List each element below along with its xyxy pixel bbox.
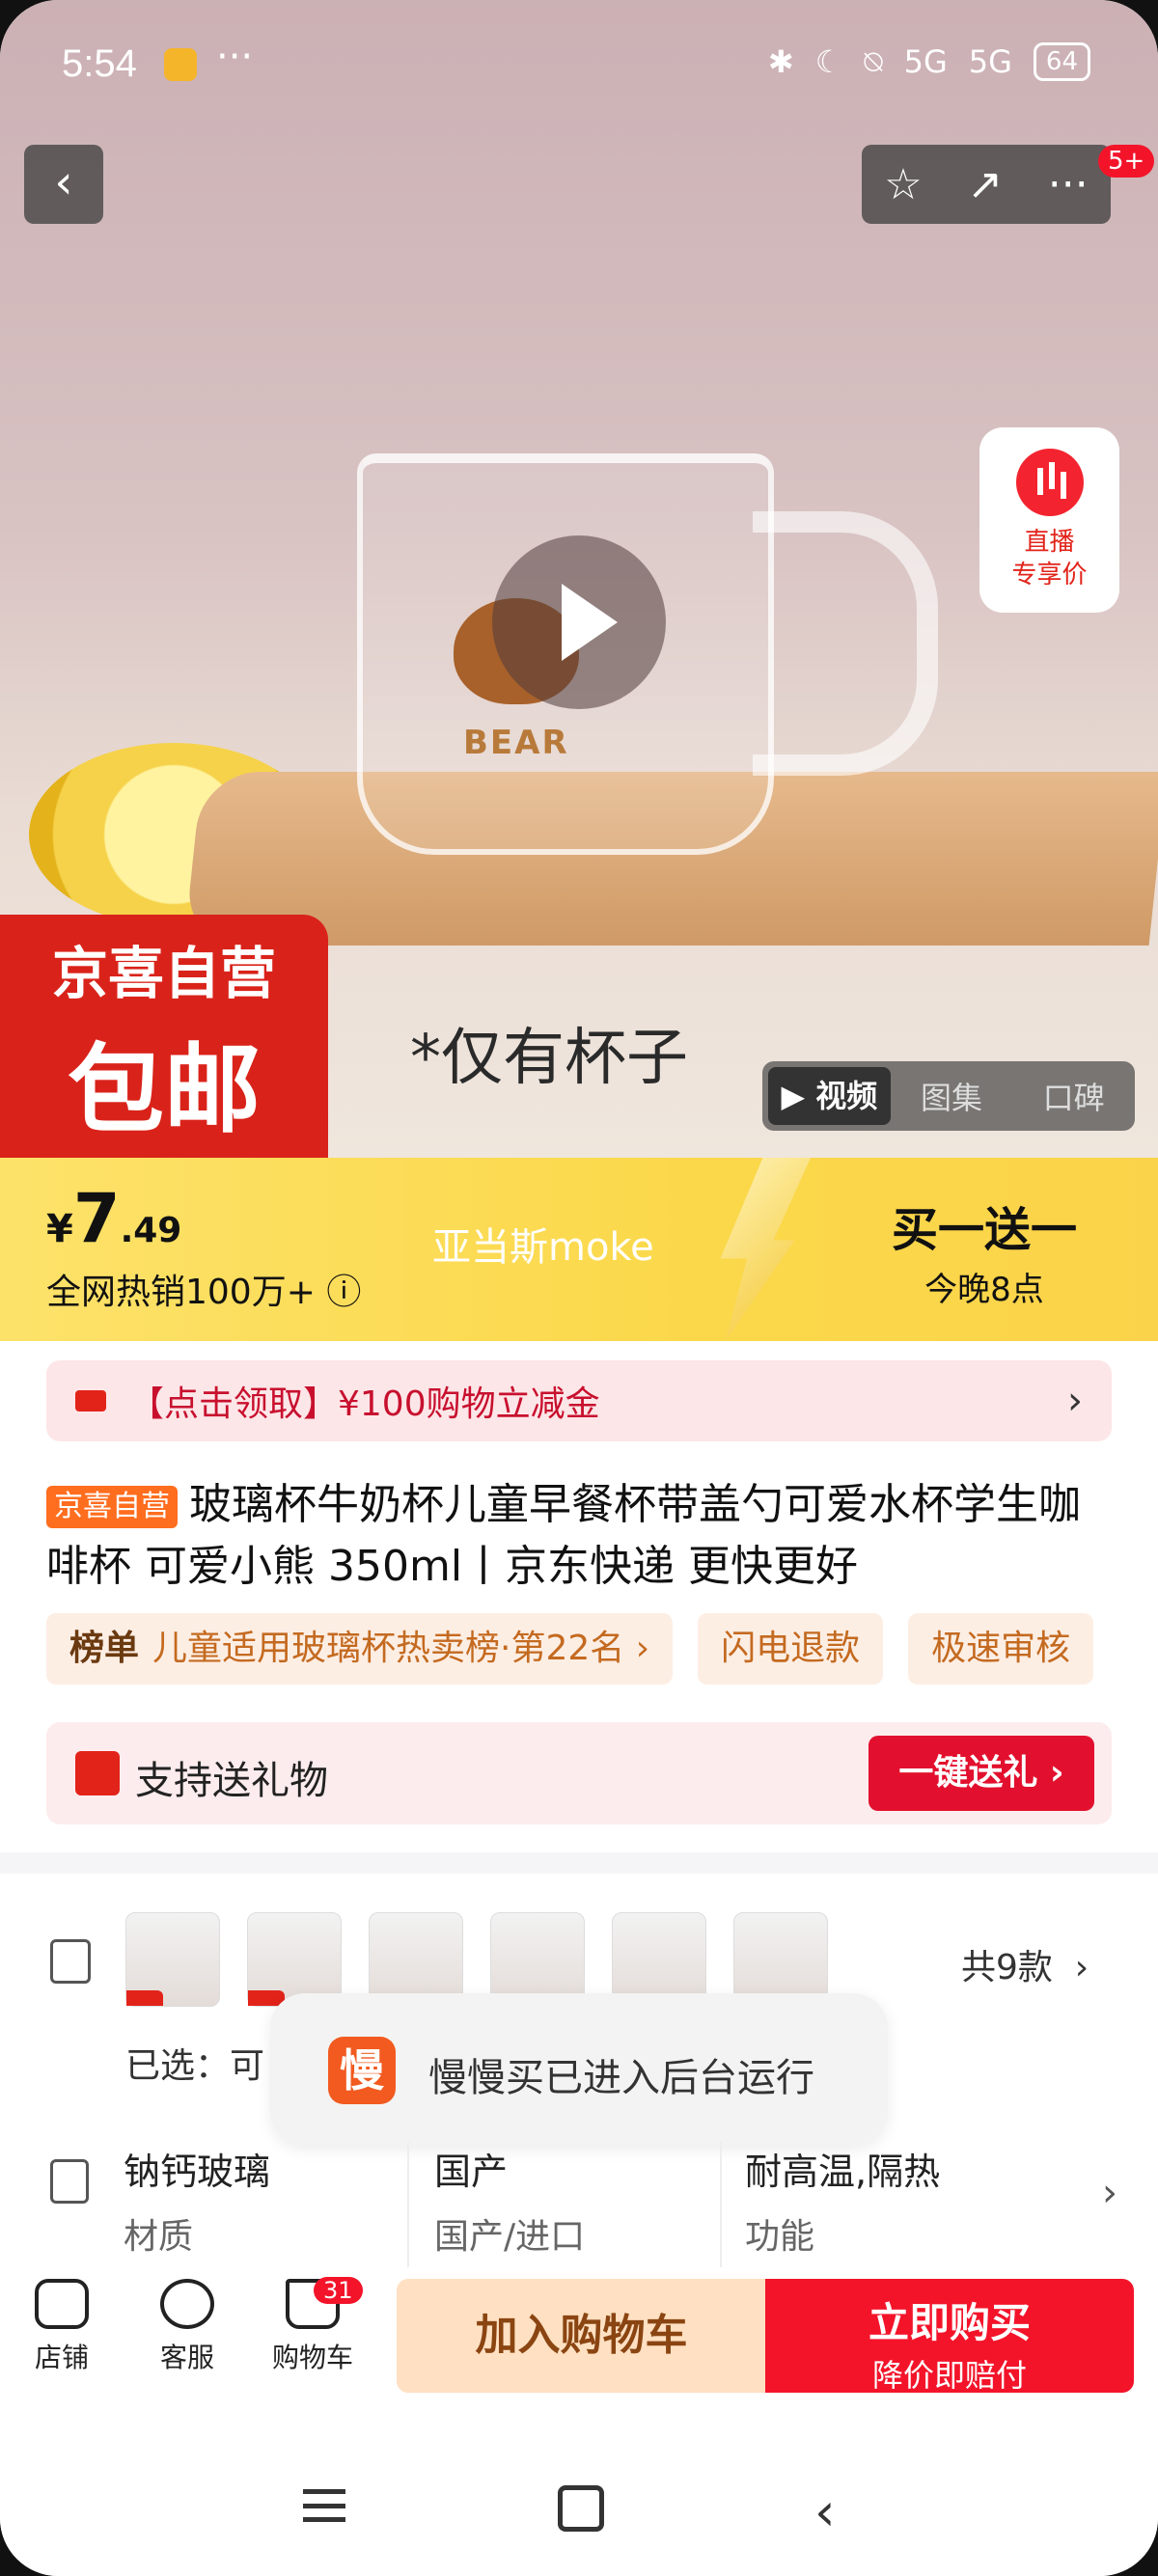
service-label: 客服 [160,2342,215,2373]
ranking-chip[interactable]: 榜单 儿童适用玻璃杯热卖榜·第22名 › [46,1613,674,1685]
section-divider [0,1852,1158,1874]
badge-line-2: 包邮 [68,1033,261,1146]
coupon-banner[interactable]: 【点击领取】¥100购物立减金 › [46,1360,1112,1441]
variant-icon [50,1939,91,1984]
live-label-2: 专享价 [1011,561,1088,589]
buy-now-label: 立即购买 [868,2299,1031,2346]
send-gift-button[interactable]: 一键送礼 › [868,1736,1094,1811]
recent-apps-icon[interactable] [303,2489,345,2522]
attribute-divider [407,2142,409,2267]
service-chips: 榜单 儿童适用玻璃杯热卖榜·第22名 › 闪电退款 极速审核 [46,1613,1158,1685]
variant-count-text: 共9款 [961,1948,1053,1987]
product-title: 京喜自营 玻璃杯牛奶杯儿童早餐杯带盖勺可爱水杯学生咖啡杯 可爱小熊 350ml丨京… [46,1474,1117,1598]
live-label-1: 直播 [1024,528,1075,557]
toast-text: 慢慢买已进入后台运行 [428,2056,814,2100]
card-icon [75,1390,106,1411]
cart-count-badge: 31 [314,2277,363,2304]
ranking-text: 儿童适用玻璃杯热卖榜·第22名 › [152,1629,650,1668]
back-button[interactable]: ‹ [24,145,103,224]
notification-app-icon [164,48,197,81]
store-icon [35,2279,89,2329]
cup-text: BEAR [463,724,569,762]
attribute-value: 钠钙玻璃 [124,2151,271,2193]
watermark-text: 亚当斯moke [432,1225,654,1270]
price-decimal: .49 [120,1211,182,1250]
tab-video[interactable]: ▶ 视频 [768,1067,891,1125]
gift-text: 支持送礼物 [135,1759,328,1803]
currency-symbol: ¥ [46,1207,73,1251]
attribute-origin: 国产 国产/进口 [434,2142,724,2259]
chat-icon [160,2279,214,2329]
system-nav-bar: ‹ [0,2431,1158,2576]
jingxi-shipping-badge: 京喜自营 包邮 [0,915,328,1158]
bluetooth-icon: ✱ [767,43,794,80]
status-more: ··· [216,35,254,79]
play-video-button[interactable] [492,535,666,709]
promo-title: 买一送一 [891,1203,1077,1257]
header-actions: ☆ ↗ ··· [862,145,1111,224]
moon-icon: ☾ [814,43,843,80]
promo-time: 今晚8点 [924,1271,1044,1309]
attribute-key: 国产/进口 [434,2217,586,2257]
sales-count[interactable]: 全网热销100万+ ⓘ [46,1264,361,1314]
attribute-value: 国产 [434,2151,509,2193]
badge-line-1: 京喜自营 [51,941,276,1006]
gift-icon [75,1751,120,1795]
live-price-button[interactable]: 直播 专享价 [979,427,1119,613]
promo-banner[interactable]: 买一送一 今晚8点 [873,1192,1095,1310]
signal-icon-1: 5G [903,43,948,80]
gift-banner: 支持送礼物 一键送礼 › [46,1722,1112,1824]
fast-review-chip[interactable]: 极速审核 [908,1613,1094,1685]
home-icon[interactable] [558,2485,604,2532]
tab-gallery[interactable]: 图集 [891,1074,1013,1118]
self-operated-tag: 京喜自营 [46,1486,178,1528]
ranking-label: 榜单 [69,1629,140,1668]
status-bar: 5:54 ··· ✱ ☾ ⍉ 5G 5G 64 [0,0,1158,135]
price-integer: 7 [72,1179,121,1258]
variant-count[interactable]: 共9款 › [961,1939,1089,1989]
back-nav-icon[interactable]: ‹ [814,2481,836,2542]
live-chart-icon [1015,449,1084,516]
signal-icon-2: 5G [968,43,1012,80]
tab-reviews[interactable]: 口碑 [1012,1074,1135,1118]
cup-handle [753,511,938,776]
customer-service-button[interactable]: 客服 [160,2279,214,2375]
buy-now-sub: 降价即赔付 [871,2357,1027,2394]
screen: BEAR *仅有杯子 5:54 ··· ✱ ☾ ⍉ 5G 5G 64 ‹ ☆ ↗… [0,0,1158,2576]
attribute-function: 耐高温,隔热 功能 [745,2142,1034,2259]
variant-thumb-1[interactable] [125,1912,220,2007]
coupon-text: 【点击领取】¥100购物立减金 [129,1384,600,1424]
attributes-row[interactable]: 钠钙玻璃 材质 国产 国产/进口 耐高温,隔热 功能 › [0,2142,1158,2267]
attribute-key: 功能 [745,2217,815,2257]
attribute-key: 材质 [124,2217,194,2257]
document-icon [50,2159,89,2204]
chevron-right-icon: › [1074,1948,1089,1987]
product-title-text: 玻璃杯牛奶杯儿童早餐杯带盖勺可爱水杯学生咖啡杯 可爱小熊 350ml丨京东快递 … [46,1480,1081,1591]
image-caption: *仅有杯子 [410,1023,688,1094]
media-tabs: ▶ 视频 图集 口碑 [762,1061,1135,1131]
attribute-value: 耐高温,隔热 [745,2151,941,2193]
chevron-right-icon: › [1102,2171,1117,2215]
mute-icon: ⍉ [864,42,883,80]
status-icons: ✱ ☾ ⍉ 5G 5G 64 [768,42,1090,81]
price: ¥7.49 [46,1179,181,1258]
more-icon[interactable]: ··· [1048,160,1089,209]
battery-icon: 64 [1033,42,1090,81]
app-icon: 慢 [328,2037,396,2104]
attribute-material: 钠钙玻璃 材质 [124,2142,413,2259]
favorite-star-icon[interactable]: ☆ [884,160,922,209]
message-badge: 5+ [1098,145,1155,178]
background-toast: 慢 慢慢买已进入后台运行 [270,1993,888,2146]
buy-now-button[interactable]: 立即购买 降价即赔付 [765,2279,1134,2394]
cart-label: 购物车 [272,2342,354,2373]
attribute-divider [720,2142,722,2267]
share-icon[interactable]: ↗ [967,160,1003,209]
selected-variant[interactable]: 已选：可 [125,2038,264,2088]
fast-refund-chip[interactable]: 闪电退款 [698,1613,884,1685]
chevron-right-icon: › [1067,1379,1083,1423]
store-label: 店铺 [35,2342,90,2373]
status-time: 5:54 [62,42,137,85]
add-to-cart-button[interactable]: 加入购物车 [397,2279,766,2393]
store-button[interactable]: 店铺 [35,2279,89,2375]
